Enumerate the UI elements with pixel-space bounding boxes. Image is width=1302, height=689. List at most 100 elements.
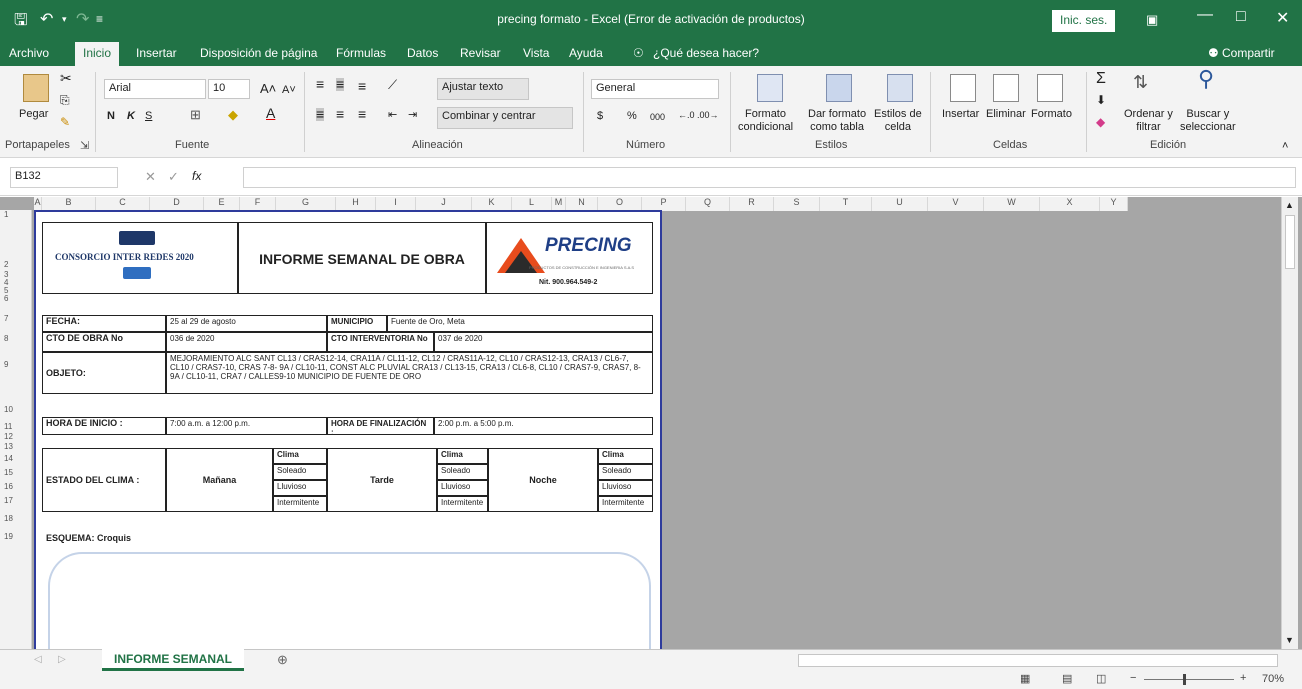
sheet-tab-informe[interactable]: INFORME SEMANAL	[102, 649, 244, 671]
tab-archivo[interactable]: Archivo	[9, 46, 49, 60]
insert-cells-icon[interactable]	[950, 74, 976, 102]
column-header-s[interactable]: S	[774, 197, 820, 211]
tab-ayuda[interactable]: Ayuda	[569, 46, 603, 60]
format-table-button[interactable]: Dar formato como tabla	[808, 108, 866, 134]
row-header-12[interactable]: 12	[4, 432, 13, 441]
column-header-f[interactable]: F	[240, 197, 276, 211]
paste-icon[interactable]	[23, 74, 49, 102]
zoom-out-icon[interactable]: −	[1130, 672, 1136, 684]
row-header-9[interactable]: 9	[4, 360, 8, 369]
zoom-thumb[interactable]	[1183, 674, 1186, 685]
row-header-14[interactable]: 14	[4, 454, 13, 463]
align-bottom-icon[interactable]: ≡	[358, 79, 366, 93]
merge-center-button[interactable]: Combinar y centrar	[437, 107, 573, 129]
column-header-l[interactable]: L	[512, 197, 552, 211]
close-icon[interactable]: ✕	[1276, 8, 1289, 28]
maximize-icon[interactable]: □	[1236, 8, 1246, 26]
column-header-r[interactable]: R	[730, 197, 774, 211]
cell-styles-icon[interactable]	[887, 74, 913, 102]
column-header-a[interactable]: A	[34, 197, 42, 211]
vertical-scrollbar[interactable]: ▲ ▼	[1281, 197, 1298, 649]
row-header-18[interactable]: 18	[4, 514, 13, 523]
align-right-icon[interactable]: ≡	[358, 107, 366, 121]
copy-icon[interactable]: ⎘	[60, 94, 70, 107]
underline-button[interactable]: S	[145, 110, 152, 123]
cell-styles-button[interactable]: Estilos de celda	[874, 108, 922, 134]
column-header-g[interactable]: G	[276, 197, 336, 211]
column-header-q[interactable]: Q	[686, 197, 730, 211]
zoom-in-icon[interactable]: +	[1240, 672, 1246, 684]
align-left-icon[interactable]: ≡	[316, 107, 325, 121]
tell-me-input[interactable]: ¿Qué desea hacer?	[653, 46, 759, 60]
format-painter-icon[interactable]: ✎	[60, 116, 70, 129]
row-header-1[interactable]: 1	[4, 210, 8, 219]
column-header-h[interactable]: H	[336, 197, 376, 211]
clear-icon[interactable]: ◆	[1096, 116, 1105, 129]
decrease-decimal-icon[interactable]: .00→	[697, 109, 719, 122]
column-header-k[interactable]: K	[472, 197, 512, 211]
name-box[interactable]: B132	[10, 167, 118, 188]
column-header-w[interactable]: W	[984, 197, 1040, 211]
row-header-2[interactable]: 2	[4, 260, 8, 269]
borders-icon[interactable]: ⊞	[190, 108, 201, 121]
collapse-ribbon-icon[interactable]: ˄	[1282, 140, 1288, 153]
row-header-19[interactable]: 19	[4, 532, 13, 541]
fill-color-icon[interactable]: ◆	[228, 108, 238, 121]
row-header-10[interactable]: 10	[4, 405, 13, 414]
fill-icon[interactable]: ⬇	[1096, 94, 1106, 107]
sort-filter-icon[interactable]: ⇅	[1133, 73, 1148, 91]
tab-formulas[interactable]: Fórmulas	[336, 46, 386, 60]
tab-vista[interactable]: Vista	[523, 46, 549, 60]
align-middle-icon[interactable]: ≡	[336, 77, 345, 91]
sign-in-button[interactable]: Inic. ses.	[1052, 10, 1116, 32]
column-header-b[interactable]: B	[42, 197, 96, 211]
paste-button[interactable]: Pegar	[19, 108, 48, 121]
currency-button[interactable]: $	[597, 110, 603, 123]
find-icon[interactable]: ⚲	[1198, 68, 1214, 90]
dialog-launcher-icon[interactable]: ⇲	[80, 139, 89, 152]
normal-view-icon[interactable]: ▦	[1020, 672, 1030, 685]
formula-input[interactable]	[243, 167, 1296, 188]
column-header-m[interactable]: M	[552, 197, 566, 211]
delete-button[interactable]: Eliminar	[986, 108, 1026, 121]
column-header-n[interactable]: N	[566, 197, 598, 211]
grow-font-icon[interactable]: A˄	[260, 82, 276, 95]
insert-button[interactable]: Insertar	[942, 108, 979, 121]
column-header-v[interactable]: V	[928, 197, 984, 211]
bold-button[interactable]: N	[107, 110, 115, 123]
decrease-indent-icon[interactable]: ⇤	[388, 109, 397, 122]
sort-filter-button[interactable]: Ordenar y filtrar	[1124, 108, 1173, 134]
page-layout-icon[interactable]: ▤	[1062, 672, 1072, 685]
align-top-icon[interactable]: ≡	[316, 77, 324, 91]
cancel-icon[interactable]: ✕	[145, 170, 156, 183]
insert-function-button[interactable]: fx	[192, 170, 201, 183]
scroll-down-icon[interactable]: ▼	[1285, 635, 1294, 645]
font-color-icon[interactable]: A	[266, 106, 275, 120]
font-size-select[interactable]: 10	[208, 79, 250, 99]
column-header-o[interactable]: O	[598, 197, 642, 211]
row-header-11[interactable]: 11	[4, 422, 12, 431]
horizontal-scrollbar[interactable]	[798, 654, 1278, 667]
add-sheet-icon[interactable]: ⊕	[277, 652, 288, 668]
autosum-icon[interactable]: Σ	[1096, 71, 1106, 87]
row-header-13[interactable]: 13	[4, 442, 13, 451]
next-sheet-icon[interactable]: ▷	[58, 654, 66, 665]
prev-sheet-icon[interactable]: ◁	[34, 654, 42, 665]
column-header-d[interactable]: D	[150, 197, 204, 211]
conditional-format-button[interactable]: Formato condicional	[738, 108, 793, 134]
cut-icon[interactable]: ✂	[60, 71, 72, 85]
row-header-15[interactable]: 15	[4, 468, 13, 477]
column-header-p[interactable]: P	[642, 197, 686, 211]
format-table-icon[interactable]	[826, 74, 852, 102]
column-header-j[interactable]: J	[416, 197, 472, 211]
number-format-select[interactable]: General	[591, 79, 719, 99]
tab-inicio[interactable]: Inicio	[75, 42, 120, 66]
minimize-icon[interactable]: —	[1197, 6, 1213, 24]
thousands-button[interactable]: 000	[650, 111, 665, 124]
increase-decimal-icon[interactable]: ←.0	[678, 109, 695, 122]
percent-button[interactable]: %	[627, 110, 637, 123]
increase-indent-icon[interactable]: ⇥	[408, 109, 417, 122]
column-header-i[interactable]: I	[376, 197, 416, 211]
format-cells-icon[interactable]	[1037, 74, 1063, 102]
find-select-button[interactable]: Buscar y seleccionar	[1180, 108, 1236, 134]
